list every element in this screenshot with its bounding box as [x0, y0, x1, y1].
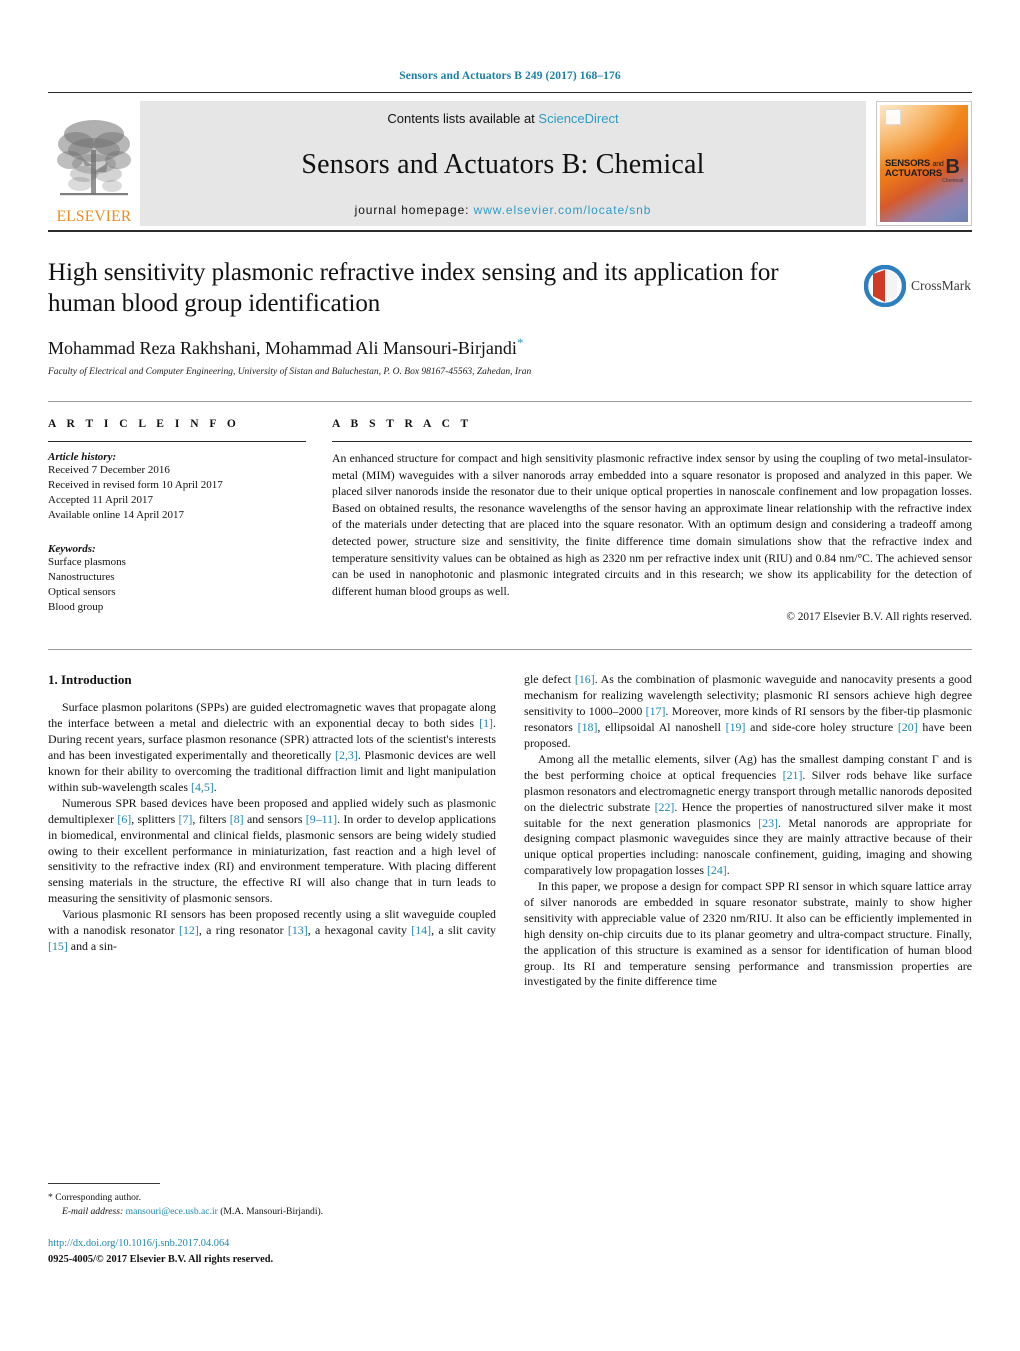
- affiliation: Faculty of Electrical and Computer Engin…: [48, 367, 532, 377]
- paragraph: Among all the metallic elements, silver …: [524, 751, 973, 878]
- abstract-rule: [332, 441, 972, 442]
- body-column-left: 1. Introduction Surface plasmon polarito…: [48, 672, 496, 1267]
- keyword-item: Nanostructures: [48, 570, 115, 583]
- article-info-rule: [48, 441, 306, 442]
- footnote-divider: [48, 1182, 160, 1184]
- info-abstract-row: A R T I C L E I N F O Article history: R…: [48, 402, 972, 623]
- elsevier-logo: ELSEVIER: [48, 101, 140, 226]
- journal-cover-thumbnail: SENSORS and ACTUATORS B Chemical: [876, 101, 972, 226]
- paragraph: Numerous SPR based devices have been pro…: [48, 795, 496, 906]
- citation-ref[interactable]: [16]: [575, 672, 595, 686]
- history-accepted: Accepted 11 April 2017: [48, 493, 153, 506]
- cover-series-letter: B: [945, 156, 960, 179]
- citation-ref[interactable]: [8]: [230, 812, 244, 826]
- email-label: E-mail address:: [62, 1205, 124, 1217]
- abstract-bottom-divider: [48, 649, 972, 651]
- citation-ref[interactable]: [18]: [578, 720, 598, 734]
- page-title: High sensitivity plasmonic refractive in…: [48, 259, 779, 317]
- abstract-text: An enhanced structure for compact and hi…: [332, 452, 972, 598]
- author-list: Mohammad Reza Rakhshani, Mohammad Ali Ma…: [48, 335, 972, 359]
- cover-subtitle: Chemical: [942, 177, 963, 184]
- masthead-divider: [48, 230, 972, 232]
- keyword-item: Optical sensors: [48, 585, 116, 598]
- crossmark-badge[interactable]: CrossMark: [864, 262, 972, 310]
- journal-masthead: ELSEVIER Contents lists available at Sci…: [48, 101, 972, 226]
- article-history-label: Article history:: [48, 451, 117, 463]
- citation-ref[interactable]: [20]: [898, 720, 918, 734]
- citation-ref[interactable]: [13]: [288, 923, 308, 937]
- citation-ref[interactable]: [6]: [117, 812, 131, 826]
- cover-line1: SENSORS: [885, 157, 931, 169]
- citation-ref[interactable]: [19]: [726, 720, 746, 734]
- title-block: CrossMark High sensitivity plasmonic ref…: [48, 258, 972, 377]
- contents-prefix: Contents lists available at: [387, 111, 539, 126]
- paragraph: Various plasmonic RI sensors has been pr…: [48, 907, 496, 953]
- author-names: Mohammad Reza Rakhshani, Mohammad Ali Ma…: [48, 338, 517, 358]
- keywords-label: Keywords:: [48, 542, 96, 555]
- citation-ref[interactable]: [17]: [646, 704, 666, 718]
- corresponding-author-marker: *: [516, 335, 524, 350]
- paragraph: In this paper, we propose a design for c…: [524, 879, 972, 989]
- journal-homepage-link[interactable]: www.elsevier.com/locate/snb: [474, 203, 652, 217]
- cover-artwork: SENSORS and ACTUATORS B Chemical: [880, 105, 968, 222]
- header-divider: [48, 92, 972, 93]
- citation-ref[interactable]: [12]: [179, 923, 199, 937]
- abstract-copyright: © 2017 Elsevier B.V. All rights reserved…: [786, 611, 972, 624]
- citation-ref[interactable]: [21]: [783, 768, 803, 782]
- crossmark-icon: [864, 265, 906, 307]
- cover-elsevier-badge-icon: [885, 109, 901, 125]
- abstract-column: A B S T R A C T An enhanced structure fo…: [332, 418, 972, 623]
- elsevier-tree-icon: [57, 119, 131, 195]
- citation-ref[interactable]: [2,3]: [335, 748, 358, 762]
- journal-homepage-line: journal homepage: www.elsevier.com/locat…: [355, 203, 652, 217]
- abstract-heading: A B S T R A C T: [332, 418, 473, 430]
- citation-ref[interactable]: [1]: [479, 716, 493, 730]
- journal-title: Sensors and Actuators B: Chemical: [301, 148, 705, 180]
- doi-block: http://dx.doi.org/10.1016/j.snb.2017.04.…: [48, 1238, 496, 1267]
- article-info-heading: A R T I C L E I N F O: [48, 418, 240, 430]
- citation-ref[interactable]: [24]: [707, 863, 727, 877]
- homepage-prefix: journal homepage:: [354, 203, 474, 217]
- body-column-right: gle defect [16]. As the combination of p…: [524, 672, 972, 1267]
- corresponding-author-note: * Corresponding author.: [48, 1191, 141, 1203]
- citation-ref[interactable]: [15]: [48, 939, 68, 953]
- keyword-item: Blood group: [48, 600, 104, 613]
- footnote-block: * Corresponding author. E-mail address: …: [48, 1182, 496, 1268]
- issn-copyright: 0925-4005/© 2017 Elsevier B.V. All right…: [48, 1254, 274, 1266]
- cover-line2: ACTUATORS: [885, 168, 942, 180]
- running-head: Sensors and Actuators B 249 (2017) 168–1…: [399, 70, 621, 82]
- paragraph: gle defect [16]. As the combination of p…: [524, 672, 972, 751]
- cover-title-text: SENSORS and ACTUATORS: [885, 157, 944, 180]
- email-note: E-mail address: mansouri@ece.usb.ac.ir (…: [48, 1205, 496, 1219]
- article-info-column: A R T I C L E I N F O Article history: R…: [48, 418, 306, 623]
- contents-line: Contents lists available at ScienceDirec…: [387, 111, 618, 126]
- citation-ref[interactable]: [7]: [179, 812, 193, 826]
- doi-link[interactable]: http://dx.doi.org/10.1016/j.snb.2017.04.…: [48, 1238, 496, 1249]
- section-heading-introduction: 1. Introduction: [48, 672, 132, 688]
- history-online: Available online 14 April 2017: [48, 508, 185, 521]
- keywords-block: Keywords: Surface plasmons Nanostructure…: [48, 543, 306, 615]
- citation-ref[interactable]: [22]: [655, 800, 675, 814]
- elsevier-wordmark: ELSEVIER: [56, 207, 132, 225]
- cover-and: and: [932, 160, 944, 168]
- sciencedirect-link[interactable]: ScienceDirect: [538, 111, 618, 126]
- history-revised: Received in revised form 10 April 2017: [48, 478, 223, 491]
- crossmark-label: CrossMark: [911, 278, 971, 293]
- keyword-item: Surface plasmons: [48, 555, 126, 568]
- citation-ref[interactable]: [14]: [411, 923, 431, 937]
- citation-ref[interactable]: [23]: [758, 816, 778, 830]
- email-link[interactable]: mansouri@ece.usb.ac.ir: [126, 1206, 218, 1217]
- masthead-center: Contents lists available at ScienceDirec…: [140, 101, 866, 226]
- history-received: Received 7 December 2016: [48, 464, 170, 476]
- citation-ref[interactable]: [9–11]: [306, 812, 337, 826]
- body-columns: 1. Introduction Surface plasmon polarito…: [48, 672, 972, 1267]
- paragraph: Surface plasmon polaritons (SPPs) are gu…: [48, 700, 496, 794]
- article-page: Sensors and Actuators B 249 (2017) 168–1…: [0, 0, 1020, 1351]
- citation-ref[interactable]: [4,5]: [191, 780, 214, 794]
- email-suffix: (M.A. Mansouri-Birjandi).: [217, 1205, 324, 1217]
